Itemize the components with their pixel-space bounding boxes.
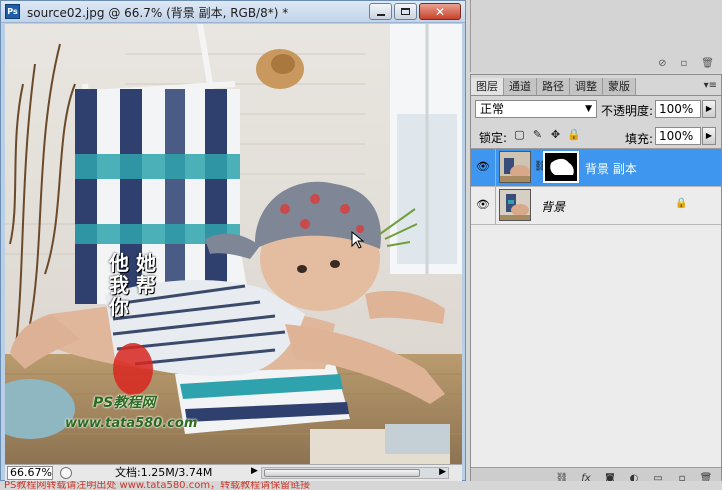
layer-thumbnail[interactable] [499,189,531,221]
watermark-site-url: www.tata580.com [65,416,198,431]
divider [495,149,496,186]
trash-icon[interactable]: 🗑 [701,58,714,69]
thumbnail-image [500,190,530,220]
mask-image [545,153,577,181]
document-info[interactable]: 文档:1.25M/3.74M [115,466,212,480]
layer-name[interactable]: 背景 副本 [585,160,637,177]
watermark-char: 帮 [135,273,156,297]
eye-icon[interactable]: 👁 [474,198,492,212]
scroll-right-arrow-icon[interactable]: ▶ [439,467,446,477]
lock-options: ▢ ✎ ✥ 🔒 [513,128,580,141]
lock-label: 锁定: [479,131,508,145]
tab-channels[interactable]: 通道 [504,78,537,95]
document-status-bar: 66.67% 文档:1.25M/3.74M ▶ ▶ [5,464,462,481]
tab-masks[interactable]: 蒙版 [603,78,636,95]
tab-paths[interactable]: 路径 [537,78,570,95]
close-icon: ✕ [434,4,446,19]
blend-mode-select[interactable]: 正常 ▼ [475,100,597,118]
thumbnail-image [500,152,530,182]
document-titlebar[interactable]: Ps source02.jpg @ 66.7% (背景 副本, RGB/8*) … [1,1,465,23]
close-button[interactable]: ✕ [419,3,461,20]
watermark-char: 她 [135,251,156,275]
watermark-char: 他 [109,251,129,275]
fill-label: 填充: [625,132,654,146]
fill-field[interactable]: 100% [655,127,701,145]
scrollbar-thumb[interactable] [264,469,420,477]
layers-list: 👁 ⛓ 背景 副本 👁 背景 🔒 [471,148,721,468]
layer-name[interactable]: 背景 [541,198,565,215]
zoom-field[interactable]: 66.67% [7,466,53,480]
chevron-down-icon: ▼ [585,104,592,114]
watermark-calligraphy: 他 她 我 帮 你 [109,252,156,318]
layer-row[interactable]: 👁 ⛓ 背景 副本 [471,149,721,187]
lock-position-icon[interactable]: ✥ [549,128,562,141]
watermark-char: 我 [109,273,129,297]
horizontal-scrollbar[interactable]: ▶ [261,467,449,479]
tab-layers[interactable]: 图层 [471,78,504,95]
lock-icon: 🔒 [675,198,688,209]
status-menu-arrow-icon[interactable]: ▶ [251,466,258,476]
document-title: source02.jpg @ 66.7% (背景 副本, RGB/8*) * [27,6,289,20]
eye-icon[interactable]: 👁 [474,160,492,174]
blend-mode-value: 正常 [480,102,505,116]
fill-slider-arrow-icon[interactable]: ▶ [702,127,716,145]
opacity-label: 不透明度: [601,104,654,118]
minimize-button[interactable] [369,3,392,20]
lock-transparency-icon[interactable]: ▢ [513,128,526,141]
layer-row[interactable]: 👁 背景 🔒 [471,187,721,225]
watermark-site-title: PS教程网 [93,395,156,411]
window-controls: ✕ [369,3,461,20]
panel-menu-icon[interactable]: ▾≡ [704,80,717,91]
image-canvas[interactable]: 他 她 我 帮 你 PS教程网 www.tata580.com [5,24,462,464]
status-info-icon[interactable] [60,467,72,479]
stop-icon[interactable]: ⊘ [658,58,666,69]
lock-pixels-icon[interactable]: ✎ [531,128,544,141]
watermark-char: 你 [109,295,129,319]
new-icon[interactable]: ▫ [681,58,688,69]
lock-all-icon[interactable]: 🔒 [567,128,581,141]
layer-thumbnail[interactable] [499,151,531,183]
photo-illustration [5,24,462,464]
minimize-icon [376,13,385,16]
maximize-button[interactable] [394,3,417,20]
opacity-slider-arrow-icon[interactable]: ▶ [702,100,716,118]
divider [495,187,496,224]
tab-adjustments[interactable]: 调整 [570,78,603,95]
opacity-field[interactable]: 100% [655,100,701,118]
upper-panel-tools: ⊘ ▫ 🗑 [658,58,714,69]
upper-panel: ⊘ ▫ 🗑 [470,0,722,72]
bottom-watermark: PS教程网转载请注明出处 www.tata580.com，转载教程请保留链接 [0,481,722,490]
photoshop-logo-icon: Ps [5,4,20,19]
panel-tabs: 图层 通道 路径 调整 蒙版 [471,78,721,96]
maximize-icon [401,8,410,15]
layer-mask-thumbnail[interactable] [543,151,579,183]
document-window: Ps source02.jpg @ 66.7% (背景 副本, RGB/8*) … [0,0,466,481]
layers-panel: 图层 通道 路径 调整 蒙版 ▾≡ 正常 ▼ 不透明度: 100% ▶ 锁定: … [470,74,722,490]
